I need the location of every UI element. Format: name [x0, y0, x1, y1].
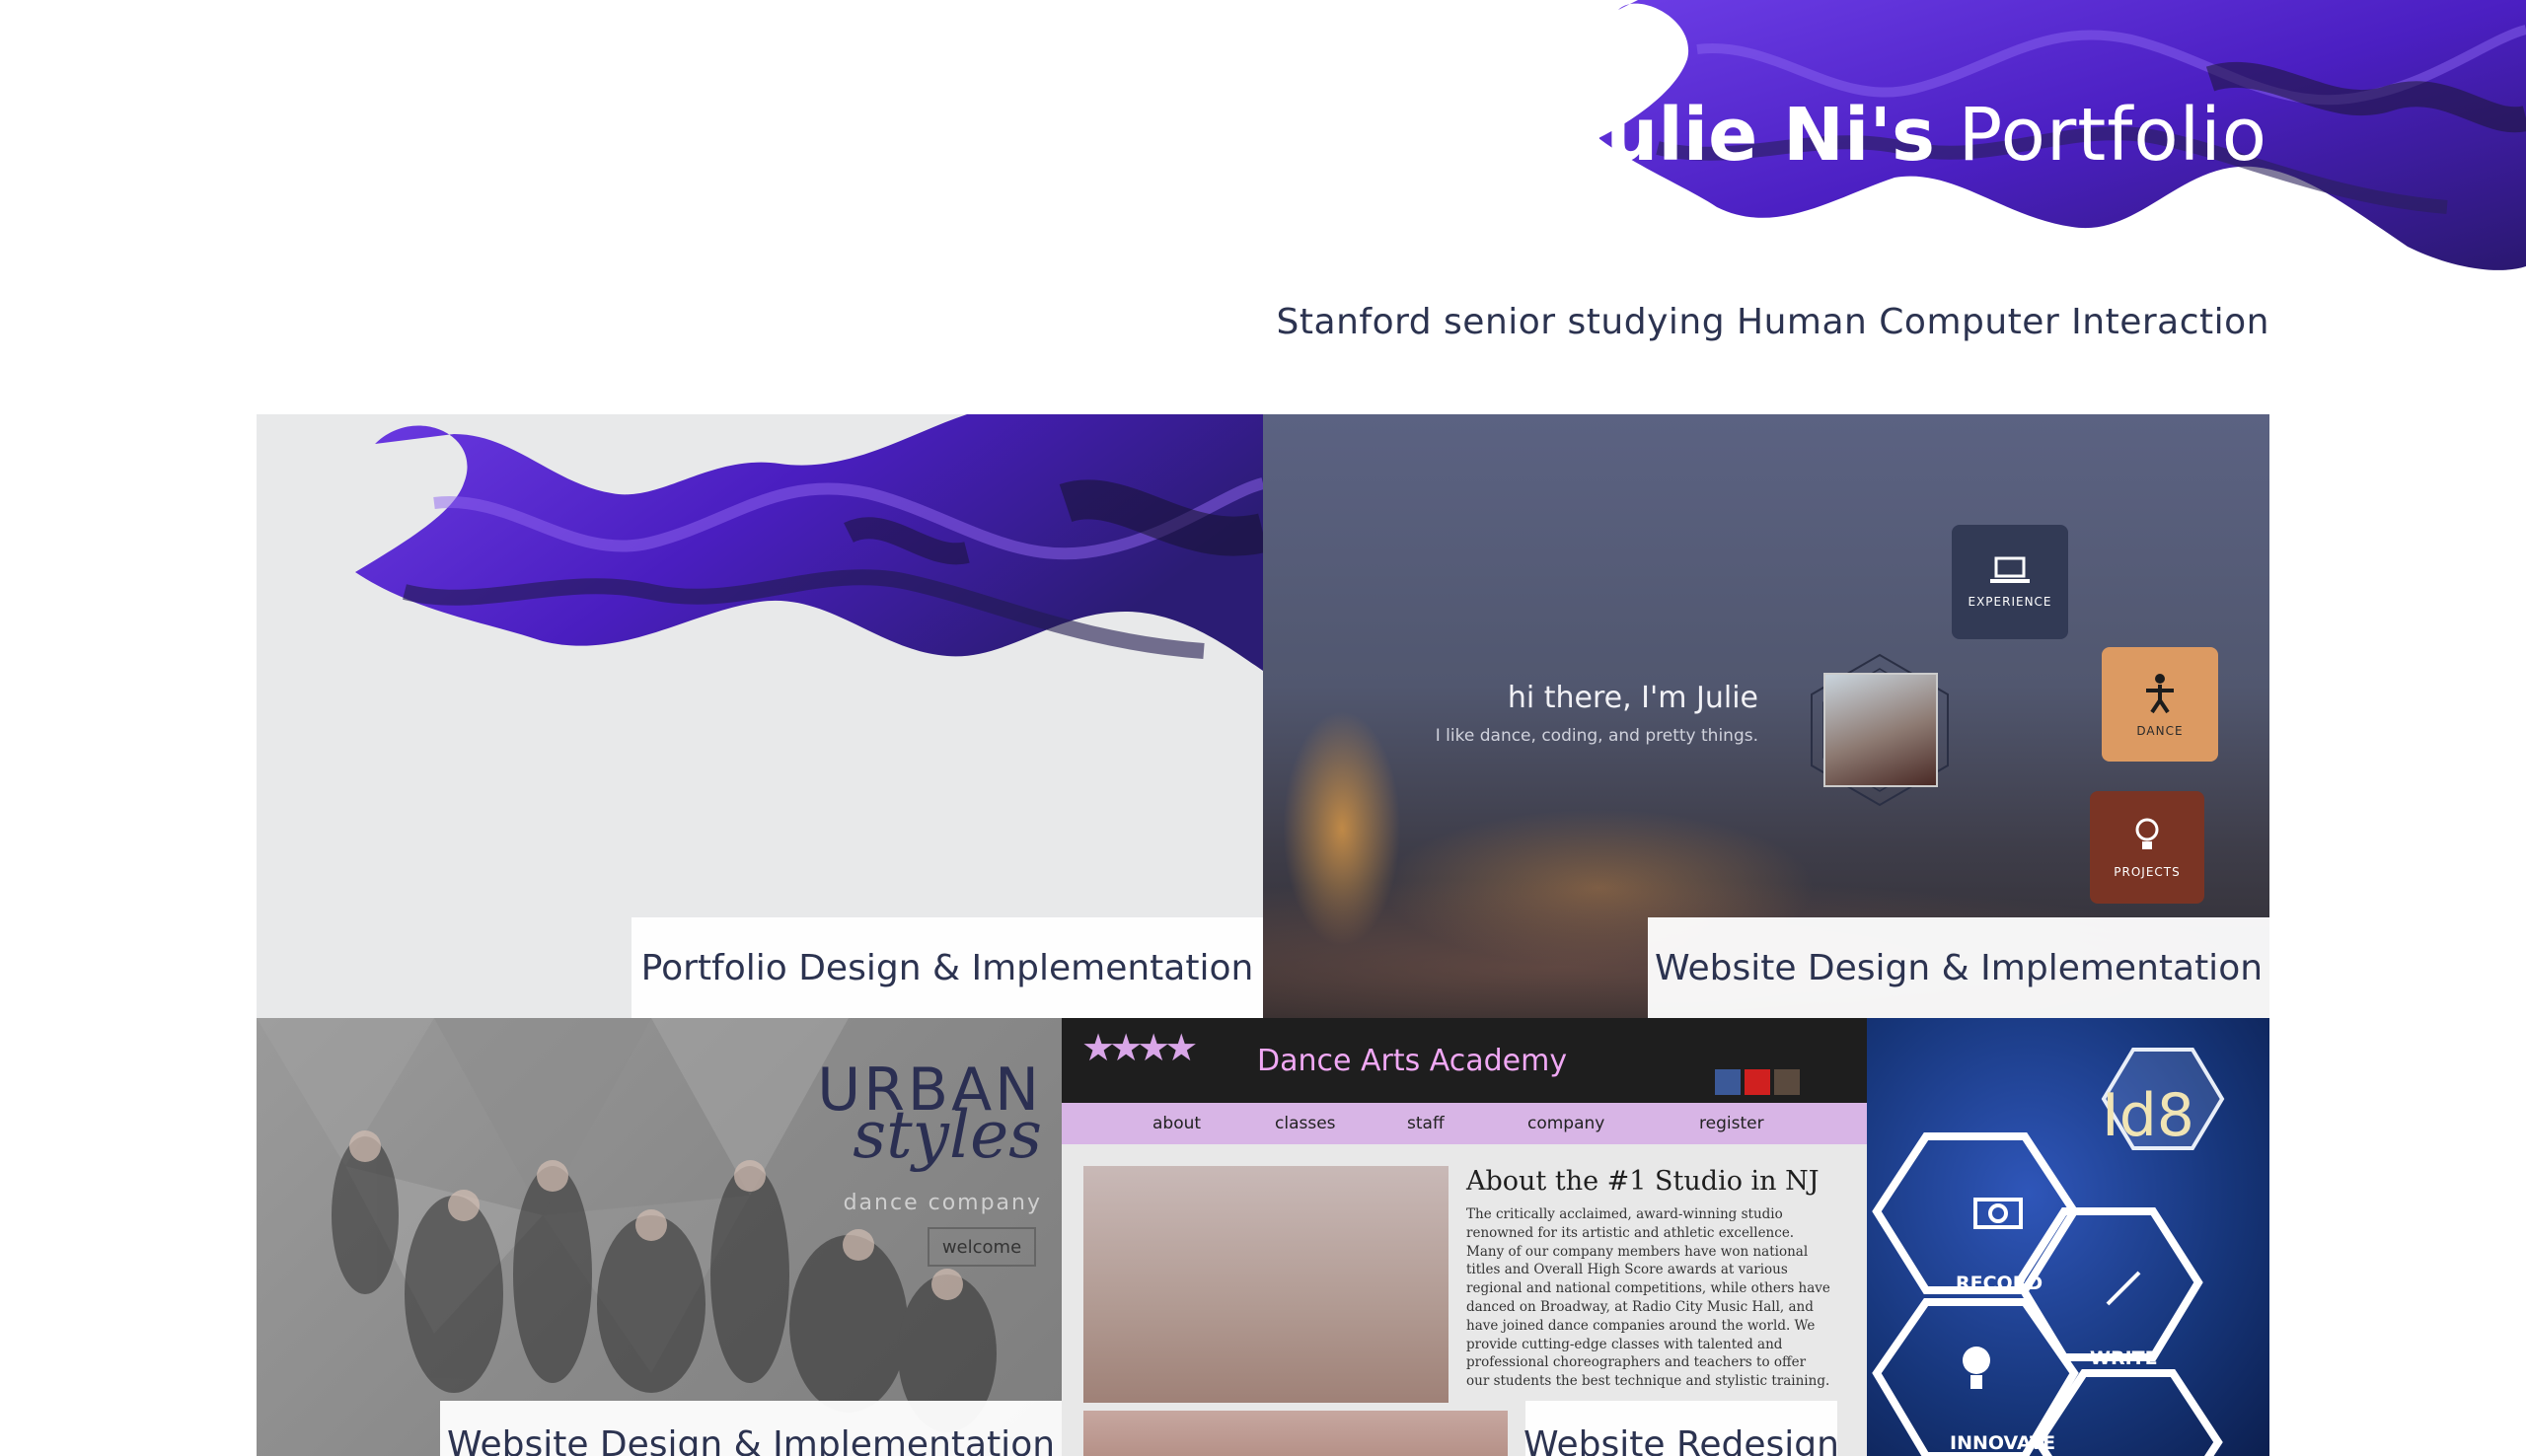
brush-stroke-image	[355, 414, 1263, 671]
hex-label-write: WRITE	[2090, 1347, 2158, 1369]
project-caption[interactable]: Portfolio Design & Implementation	[632, 917, 1263, 1018]
urban-styles-logo-line2: styles	[853, 1097, 1042, 1173]
project-grid: Portfolio Design & Implementation hi the…	[257, 414, 2269, 1456]
site-name: Dance Arts Academy	[1257, 1044, 1568, 1078]
youtube-icon[interactable]	[1745, 1069, 1770, 1095]
site-title[interactable]: Julie Ni's Portfolio	[1579, 99, 2267, 172]
avatar	[1823, 673, 1938, 787]
project-tile-urban-styles[interactable]: URBAN styles dance company welcome Websi…	[257, 1018, 1062, 1456]
welcome-button[interactable]: welcome	[928, 1227, 1036, 1267]
dancer-icon	[2146, 674, 2174, 714]
dance-group-photo	[1083, 1166, 1449, 1403]
greeting-subtitle: I like dance, coding, and pretty things.	[1435, 726, 1758, 746]
id8-logo: Id8	[2102, 1081, 2194, 1150]
stars-logo-icon: ★★★★	[1081, 1026, 1198, 1069]
lightbulb-icon	[2135, 818, 2159, 849]
project-caption[interactable]: Website Redesign	[1523, 1401, 1839, 1456]
site-nav: about classes staff company register	[1062, 1103, 1867, 1144]
hex-grid	[1872, 1048, 2225, 1456]
nav-hex-label: EXPERIENCE	[1968, 595, 2052, 609]
pen-icon	[2106, 1271, 2141, 1306]
urban-styles-logo-line3: dance company	[843, 1191, 1042, 1215]
facebook-icon[interactable]	[1715, 1069, 1741, 1095]
studio-heading: About the #1 Studio in NJ	[1466, 1166, 1820, 1197]
project-tile-dance-arts[interactable]: ★★★★ Dance Arts Academy about classes st…	[1062, 1018, 1867, 1456]
nav-item-company[interactable]: company	[1527, 1114, 1604, 1133]
nav-item-register[interactable]: register	[1699, 1114, 1764, 1133]
project-tile-id8[interactable]: Id8 RECORD WRITE INNOVATE	[1867, 1018, 2269, 1456]
laptop-icon	[1990, 556, 2030, 583]
nav-hex-experience[interactable]: EXPERIENCE	[1952, 525, 2068, 639]
nav-item-classes[interactable]: classes	[1275, 1114, 1336, 1133]
camera-icon	[1973, 1198, 2023, 1229]
studio-description: The critically acclaimed, award-winning …	[1466, 1206, 1830, 1390]
project-caption[interactable]: Website Design & Implementation	[1648, 917, 2269, 1018]
site-header: ★★★★ Dance Arts Academy	[1062, 1018, 1867, 1103]
tagline: Stanford senior studying Human Computer …	[1276, 302, 2269, 342]
hex-label-innovate: INNOVATE	[1950, 1432, 2056, 1454]
project-caption[interactable]: Website Design & Implementation	[440, 1401, 1062, 1456]
lightbulb-icon	[1963, 1347, 1990, 1389]
title-word: Portfolio	[1958, 93, 2267, 178]
project-tile-portfolio[interactable]: Portfolio Design & Implementation	[257, 414, 1263, 1018]
social-icons	[1715, 1069, 1800, 1095]
hex-label-record: RECORD	[1956, 1273, 2043, 1294]
nav-item-about[interactable]: about	[1152, 1114, 1201, 1133]
nav-hex-projects[interactable]: PROJECTS	[2090, 791, 2204, 904]
nav-hex-dance[interactable]: DANCE	[2102, 647, 2218, 762]
nav-item-staff[interactable]: staff	[1407, 1114, 1445, 1133]
project-tile-personal-site[interactable]: hi there, I'm Julie I like dance, coding…	[1263, 414, 2269, 1018]
nav-hex-label: PROJECTS	[2114, 865, 2181, 879]
dance-photo-secondary	[1083, 1411, 1508, 1456]
nav-hex-label: DANCE	[2136, 724, 2184, 738]
title-name: Julie Ni's	[1579, 93, 1936, 178]
greeting-text: hi there, I'm Julie	[1507, 681, 1758, 715]
instagram-icon[interactable]	[1774, 1069, 1800, 1095]
